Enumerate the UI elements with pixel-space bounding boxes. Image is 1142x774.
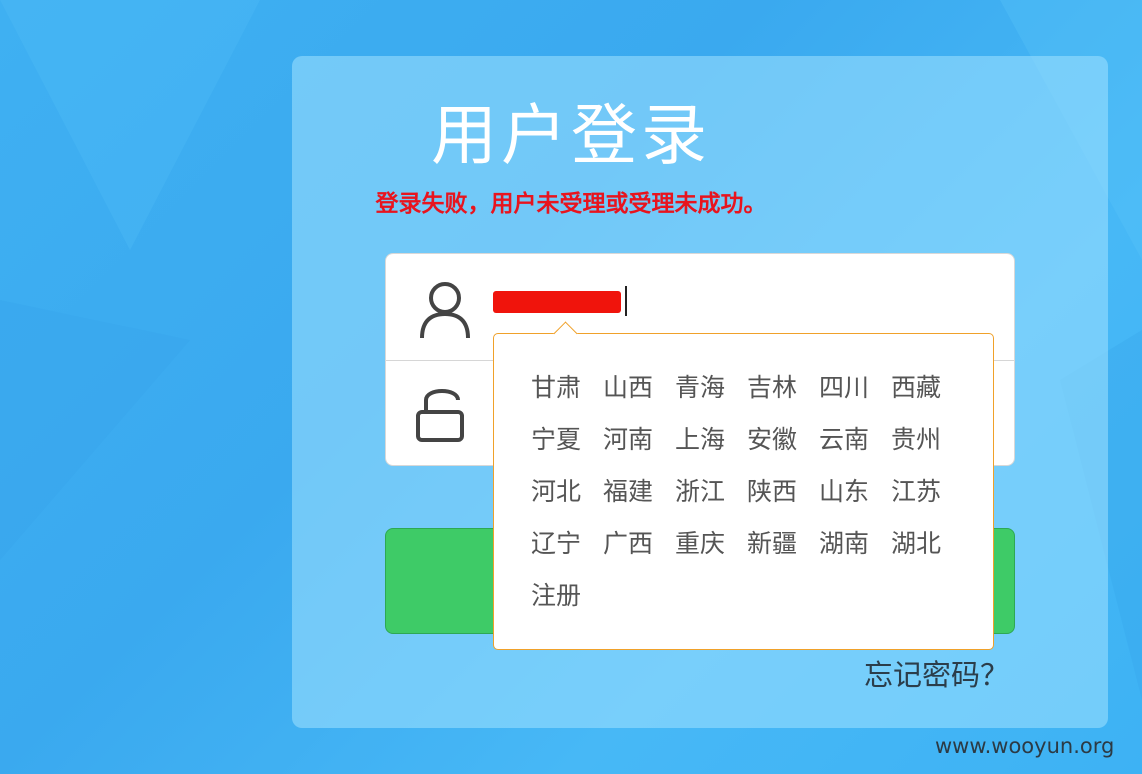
text-caret	[625, 286, 627, 316]
suggestion-item[interactable]: 湖北	[891, 524, 963, 576]
suggestion-item[interactable]: 浙江	[675, 472, 747, 524]
suggestion-item[interactable]: 陕西	[747, 472, 819, 524]
lock-icon	[414, 382, 470, 444]
suggestion-list: 甘肃 山西 青海 吉林 四川 西藏 宁夏 河南 上海 安徽 云南 贵州 河北 福…	[531, 368, 971, 628]
error-message: 登录失败，用户未受理或受理未成功。	[375, 191, 767, 217]
suggestion-item[interactable]: 重庆	[675, 524, 747, 576]
page-title: 用户登录	[431, 97, 711, 174]
suggestion-item[interactable]: 吉林	[747, 368, 819, 420]
suggestion-item[interactable]: 贵州	[891, 420, 963, 472]
autocomplete-popup: 甘肃 山西 青海 吉林 四川 西藏 宁夏 河南 上海 安徽 云南 贵州 河北 福…	[493, 321, 994, 650]
suggestion-item[interactable]: 云南	[819, 420, 891, 472]
suggestion-item[interactable]: 四川	[819, 368, 891, 420]
suggestion-item[interactable]: 江苏	[891, 472, 963, 524]
suggestion-item[interactable]: 安徽	[747, 420, 819, 472]
suggestion-item[interactable]: 甘肃	[531, 368, 603, 420]
suggestion-item[interactable]: 河北	[531, 472, 603, 524]
suggestion-item[interactable]: 新疆	[747, 524, 819, 576]
suggestion-item-register[interactable]: 注册	[531, 576, 603, 628]
suggestion-item[interactable]: 广西	[603, 524, 675, 576]
suggestion-item[interactable]: 福建	[603, 472, 675, 524]
suggestion-item[interactable]: 青海	[675, 368, 747, 420]
suggestion-item[interactable]: 山东	[819, 472, 891, 524]
suggestion-item[interactable]: 辽宁	[531, 524, 603, 576]
watermark: www.wooyun.org	[935, 734, 1115, 758]
suggestion-item[interactable]: 西藏	[891, 368, 963, 420]
suggestion-item[interactable]: 宁夏	[531, 420, 603, 472]
suggestion-item[interactable]: 湖南	[819, 524, 891, 576]
suggestion-item[interactable]: 山西	[603, 368, 675, 420]
suggestion-item[interactable]: 河南	[603, 420, 675, 472]
redaction-mark	[493, 291, 621, 313]
forgot-password-link[interactable]: 忘记密码？	[864, 655, 1009, 695]
suggestion-item[interactable]: 上海	[675, 420, 747, 472]
user-icon	[418, 280, 472, 340]
